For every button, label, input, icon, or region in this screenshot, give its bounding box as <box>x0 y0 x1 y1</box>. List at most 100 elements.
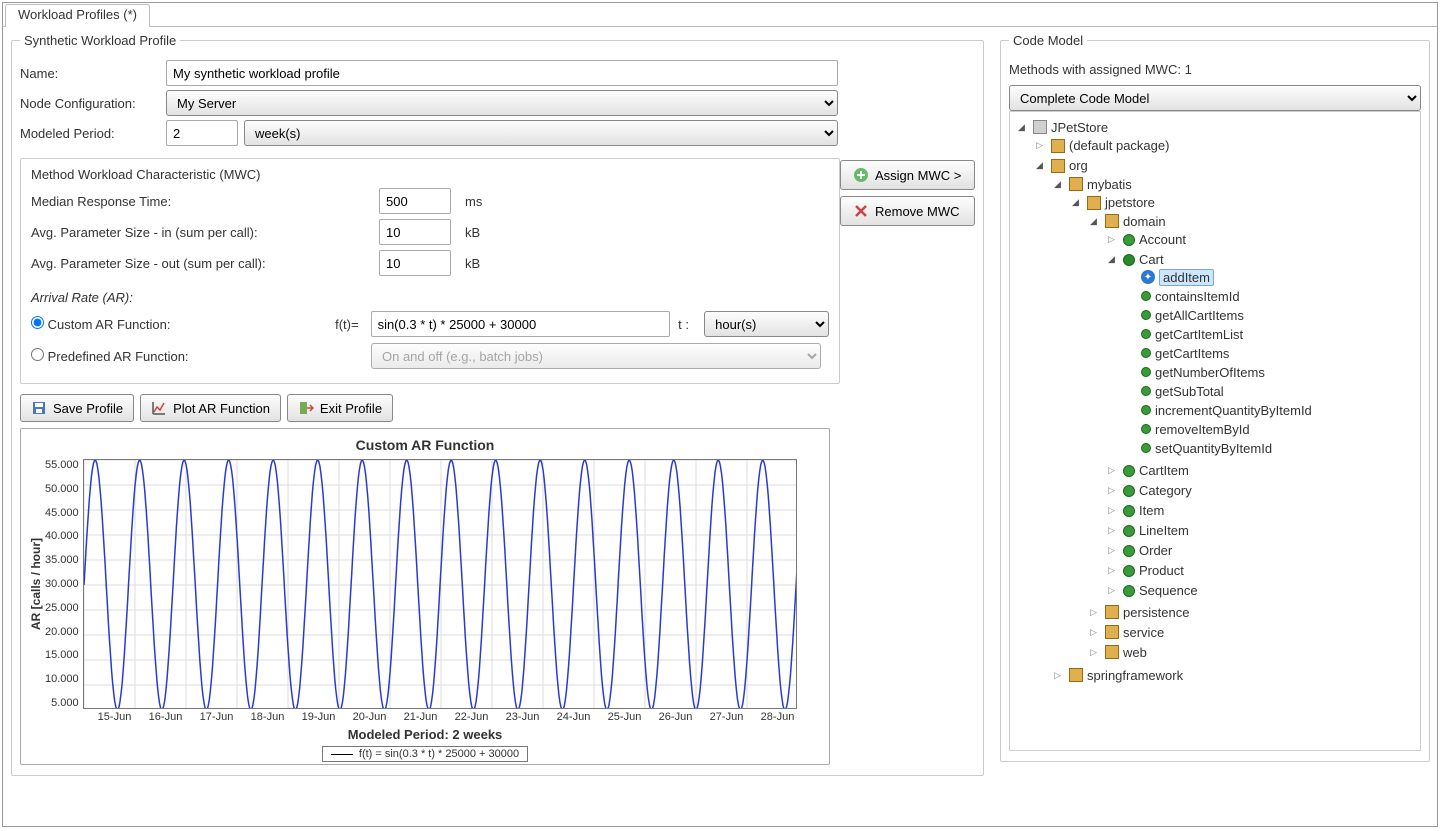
right-pane: Code Model Methods with assigned MWC: 1 … <box>992 27 1438 826</box>
tree-pkg-persistence[interactable]: persistence <box>1088 605 1189 620</box>
nodecfg-select[interactable]: My Server <box>166 90 838 116</box>
save-profile-button[interactable]: Save Profile <box>20 394 134 422</box>
project-icon <box>1033 120 1047 134</box>
chart-plot <box>83 459 797 709</box>
assign-mwc-button[interactable]: Assign MWC > <box>840 160 975 190</box>
tree-method-incrementQuantityByItemId[interactable]: incrementQuantityByItemId <box>1124 403 1312 418</box>
pin-input[interactable] <box>379 219 451 245</box>
tree-class-cartitem[interactable]: CartItem <box>1106 463 1189 478</box>
nodecfg-label: Node Configuration: <box>20 96 160 111</box>
period-unit-select[interactable]: week(s) <box>244 120 838 146</box>
left-pane: Synthetic Workload Profile Name: Node Co… <box>3 27 992 826</box>
class-icon <box>1123 234 1135 246</box>
tree-method-getSubTotal[interactable]: getSubTotal <box>1124 384 1224 399</box>
code-model-select[interactable]: Complete Code Model <box>1009 85 1421 111</box>
profile-legend: Synthetic Workload Profile <box>20 33 180 48</box>
tree-method-setQuantityByItemId[interactable]: setQuantityByItemId <box>1124 441 1272 456</box>
class-icon <box>1123 254 1135 266</box>
assigned-method-icon: ✦ <box>1141 270 1155 284</box>
tree-pkg-jpetstore[interactable]: jpetstore <box>1070 195 1155 210</box>
ft-input[interactable] <box>371 311 671 337</box>
tree-pkg-service[interactable]: service <box>1088 625 1164 640</box>
chart-yticks: 55.00050.00045.00040.00035.00030.00025.0… <box>45 459 83 709</box>
code-model-tree[interactable]: JPetStore (default package) org mybatis … <box>1009 111 1421 751</box>
package-icon <box>1087 196 1101 210</box>
class-icon <box>1123 545 1135 557</box>
chart-icon <box>151 400 167 416</box>
method-icon <box>1141 367 1151 377</box>
tree-pkg-web[interactable]: web <box>1088 645 1147 660</box>
pin-unit: kB <box>465 225 505 240</box>
chart-xticks: 15-Jun16-Jun17-Jun18-Jun19-Jun20-Jun21-J… <box>89 711 803 723</box>
tree-class-item[interactable]: Item <box>1106 503 1164 518</box>
mwc-legend: Method Workload Characteristic (MWC) <box>31 167 829 182</box>
chart-title: Custom AR Function <box>27 437 823 453</box>
app-window: Workload Profiles (*) Synthetic Workload… <box>2 2 1438 827</box>
tree-method-getNumberOfItems[interactable]: getNumberOfItems <box>1124 365 1265 380</box>
tree-default-package[interactable]: (default package) <box>1034 138 1169 153</box>
legend-line-icon <box>331 754 353 755</box>
package-icon <box>1105 625 1119 639</box>
chart-container: Custom AR Function AR [calls / hour] 55.… <box>20 428 830 765</box>
method-icon <box>1141 424 1151 434</box>
profile-fieldset: Synthetic Workload Profile Name: Node Co… <box>11 33 984 776</box>
package-icon <box>1105 605 1119 619</box>
tab-workload-profiles[interactable]: Workload Profiles (*) <box>5 4 150 27</box>
class-icon <box>1123 505 1135 517</box>
tree-method-getCartItems[interactable]: getCartItems <box>1124 346 1229 361</box>
tree-root-jpetstore[interactable]: JPetStore <box>1016 120 1108 135</box>
remove-mwc-button[interactable]: Remove MWC <box>840 196 975 226</box>
mrt-input[interactable] <box>379 188 451 214</box>
tree-pkg-springframework[interactable]: springframework <box>1052 668 1183 683</box>
tree-method-addItem[interactable]: ✦addItem <box>1124 269 1214 286</box>
content-area: Synthetic Workload Profile Name: Node Co… <box>3 27 1437 826</box>
tree-method-removeItemById[interactable]: removeItemById <box>1124 422 1250 437</box>
mrt-unit: ms <box>465 194 505 209</box>
tree-class-category[interactable]: Category <box>1106 483 1192 498</box>
class-icon <box>1123 465 1135 477</box>
pout-input[interactable] <box>379 250 451 276</box>
tree-class-cart[interactable]: Cart <box>1106 252 1164 267</box>
tree-class-account[interactable]: Account <box>1106 232 1186 247</box>
package-icon <box>1105 645 1119 659</box>
method-icon <box>1141 386 1151 396</box>
tree-class-product[interactable]: Product <box>1106 563 1184 578</box>
exit-icon <box>298 400 314 416</box>
ar-title: Arrival Rate (AR): <box>31 290 829 305</box>
code-model-fieldset: Code Model Methods with assigned MWC: 1 … <box>1000 33 1430 762</box>
package-icon <box>1105 214 1119 228</box>
tree-pkg-mybatis[interactable]: mybatis <box>1052 177 1132 192</box>
mwc-count-status: Methods with assigned MWC: 1 <box>1009 62 1421 77</box>
t-unit-select[interactable]: hour(s) <box>704 311 829 337</box>
predef-ar-radio-label[interactable]: Predefined AR Function: <box>31 348 301 364</box>
method-icon <box>1141 291 1151 301</box>
exit-profile-button[interactable]: Exit Profile <box>287 394 393 422</box>
tree-class-order[interactable]: Order <box>1106 543 1172 558</box>
predef-ar-radio[interactable] <box>31 348 44 361</box>
method-icon <box>1141 329 1151 339</box>
tree-method-containsItemId[interactable]: containsItemId <box>1124 289 1240 304</box>
pin-label: Avg. Parameter Size - in (sum per call): <box>31 225 371 240</box>
period-label: Modeled Period: <box>20 126 160 141</box>
plot-ar-button[interactable]: Plot AR Function <box>140 394 281 422</box>
tree-pkg-domain[interactable]: domain <box>1088 214 1166 229</box>
custom-ar-radio-label[interactable]: Custom AR Function: <box>31 316 301 332</box>
chart-xlabel: Modeled Period: 2 weeks <box>27 727 823 742</box>
mrt-label: Median Response Time: <box>31 194 371 209</box>
period-value-input[interactable] <box>166 120 238 146</box>
tree-class-lineitem[interactable]: LineItem <box>1106 523 1189 538</box>
class-icon <box>1123 525 1135 537</box>
custom-ar-radio[interactable] <box>31 316 44 329</box>
tree-pkg-org[interactable]: org <box>1034 158 1088 173</box>
tree-method-getCartItemList[interactable]: getCartItemList <box>1124 327 1243 342</box>
class-icon <box>1123 585 1135 597</box>
mwc-group: Method Workload Characteristic (MWC) Med… <box>20 158 840 384</box>
code-model-legend: Code Model <box>1009 33 1087 48</box>
tree-method-getAllCartItems[interactable]: getAllCartItems <box>1124 308 1244 323</box>
method-icon <box>1141 310 1151 320</box>
name-input[interactable] <box>166 60 838 86</box>
method-icon <box>1141 405 1151 415</box>
tree-class-sequence[interactable]: Sequence <box>1106 583 1198 598</box>
package-icon <box>1051 139 1065 153</box>
predef-select: On and off (e.g., batch jobs) <box>371 343 821 369</box>
